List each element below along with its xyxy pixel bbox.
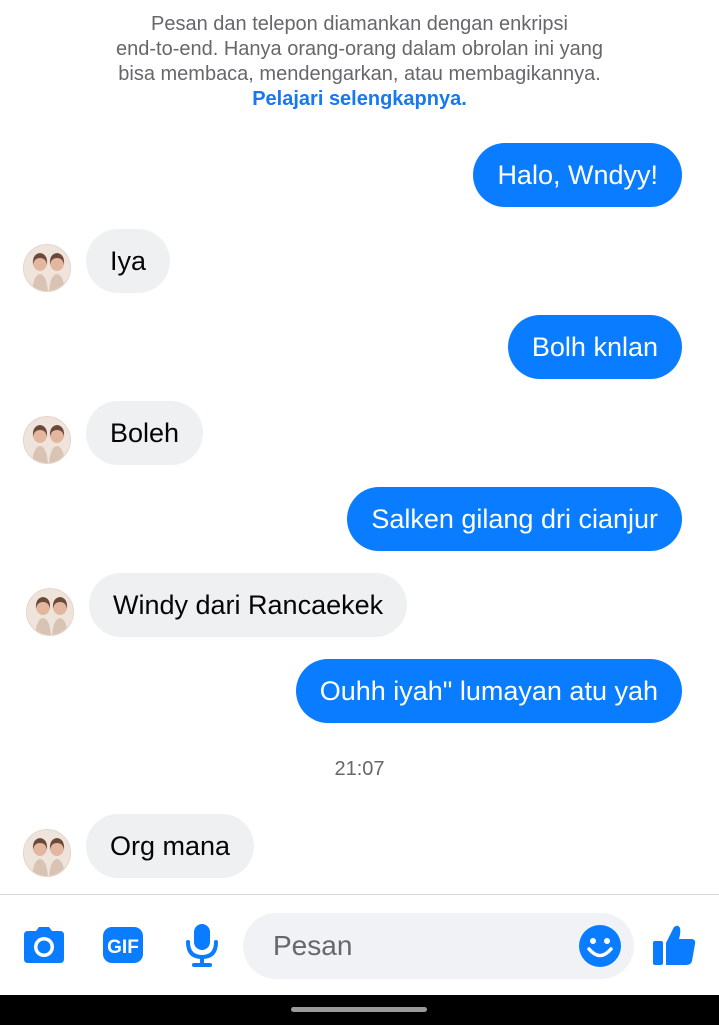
avatar[interactable] xyxy=(23,829,71,877)
encryption-notice: Pesan dan telepon diamankan dengan enkri… xyxy=(0,12,719,112)
message-bubble-outgoing[interactable]: Halo, Wndyy! xyxy=(473,143,682,207)
microphone-icon xyxy=(186,924,218,967)
message-composer: GIF Pesan xyxy=(0,894,719,995)
like-button[interactable] xyxy=(644,895,704,995)
gif-icon: GIF xyxy=(103,927,143,963)
camera-icon xyxy=(24,927,64,963)
learn-more-link[interactable]: Pelajari selengkapnya. xyxy=(0,87,719,112)
home-gesture-handle[interactable] xyxy=(291,1007,427,1012)
system-navigation-bar xyxy=(0,995,719,1025)
avatar[interactable] xyxy=(23,244,71,292)
avatar[interactable] xyxy=(26,588,74,636)
message-bubble-incoming[interactable]: Windy dari Rancaekek xyxy=(89,573,408,637)
notice-line-1: Pesan dan telepon diamankan dengan enkri… xyxy=(151,13,568,35)
microphone-button[interactable] xyxy=(172,895,232,995)
avatar-photo-icon xyxy=(24,417,70,463)
gif-label: GIF xyxy=(107,937,139,958)
message-input-placeholder: Pesan xyxy=(273,930,353,961)
message-bubble-incoming[interactable]: Iya xyxy=(86,229,171,293)
avatar-photo-icon xyxy=(24,830,70,876)
thumbs-up-icon xyxy=(653,925,696,965)
message-bubble-incoming[interactable]: Org mana xyxy=(86,814,255,878)
message-timestamp: 21:07 xyxy=(334,758,385,780)
avatar[interactable] xyxy=(23,416,71,464)
message-bubble-incoming[interactable]: Boleh xyxy=(86,401,204,465)
message-bubble-outgoing[interactable]: Bolh knlan xyxy=(507,315,682,379)
message-input[interactable]: Pesan xyxy=(243,913,634,979)
message-bubble-outgoing[interactable]: Salken gilang dri cianjur xyxy=(347,487,682,551)
message-bubble-outgoing[interactable]: Ouhh iyah" lumayan atu yah xyxy=(295,659,682,723)
camera-button[interactable] xyxy=(14,895,74,995)
notice-line-2: end-to-end. Hanya orang-orang dalam obro… xyxy=(116,38,603,60)
avatar-photo-icon xyxy=(27,589,73,635)
emoji-icon[interactable] xyxy=(578,924,622,968)
notice-line-3: bisa membaca, mendengarkan, atau membagi… xyxy=(118,63,601,85)
avatar-photo-icon xyxy=(24,245,70,291)
gif-button[interactable]: GIF xyxy=(93,895,153,995)
